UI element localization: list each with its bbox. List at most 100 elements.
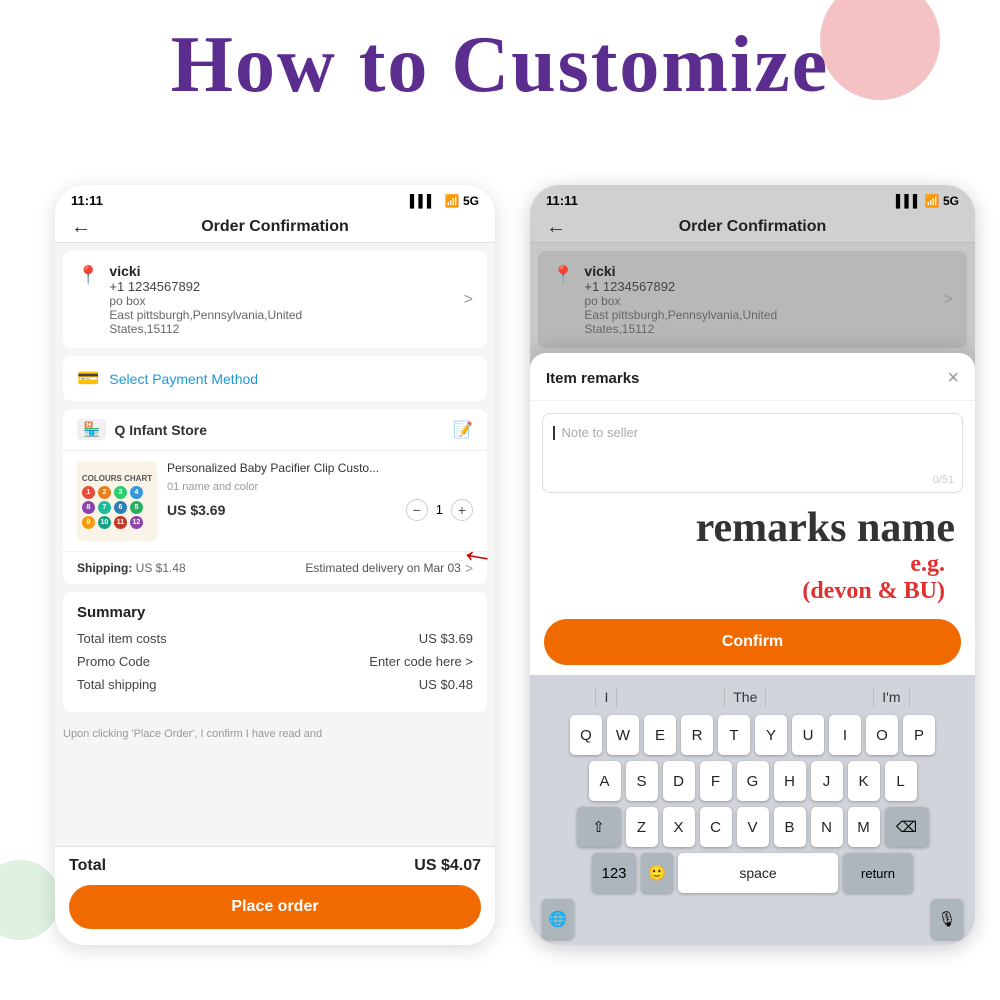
shipping-label-left: Shipping: [77,561,132,575]
suggestion-1[interactable]: The [724,687,766,707]
key-V[interactable]: V [737,807,769,847]
payment-text-left: Select Payment Method [109,371,258,387]
popup-input-area[interactable]: Note to seller 0/51 [542,413,963,493]
page-title: How to Customize [0,20,1000,111]
key-M[interactable]: M [848,807,880,847]
bg-decoration-green [0,860,60,940]
key-Y[interactable]: Y [755,715,787,755]
popup-placeholder: Note to seller [561,425,638,440]
key-J[interactable]: J [811,761,843,801]
product-price-left: US $3.69 [167,502,225,518]
payment-icon-left: 💳 [77,368,99,389]
suggestion-2[interactable]: I'm [873,687,909,707]
address-arrow-right: > [944,291,953,309]
confirm-button[interactable]: Confirm [544,619,961,665]
status-bar-left: 11:11 ▌▌▌ 📶 5G [55,185,495,212]
key-shift[interactable]: ⇧ [577,807,621,847]
address-card-left[interactable]: 📍 vicki +1 1234567892 po box East pittsb… [63,251,487,348]
key-space[interactable]: space [678,853,838,893]
summary-row-1[interactable]: Promo Code Enter code here > [77,654,473,669]
shipping-row-left: Shipping: US $1.48 Estimated delivery on… [63,551,487,584]
keyboard-row-3: ⇧ Z X C V B N M ⌫ [534,807,971,847]
key-U[interactable]: U [792,715,824,755]
key-I[interactable]: I [829,715,861,755]
key-W[interactable]: W [607,715,639,755]
qty-control-left[interactable]: − 1 + [406,499,473,521]
address-arrow-left: > [464,291,473,309]
key-O[interactable]: O [866,715,898,755]
address-name-right: vicki [584,263,933,279]
key-globe[interactable]: 🌐 [542,899,574,939]
status-bar-right: 11:11 ▌▌▌ 📶 5G [530,185,975,212]
address-details-right: vicki +1 1234567892 po box East pittsbur… [584,263,933,336]
remarks-eg-label: e.g.(devon & BU) [530,551,975,609]
key-B[interactable]: B [774,807,806,847]
address-line1-right: po box [584,294,933,308]
key-Q[interactable]: Q [570,715,602,755]
payment-card-left[interactable]: 💳 Select Payment Method [63,356,487,401]
key-123[interactable]: 123 [592,853,636,893]
promo-link[interactable]: Enter code here > [369,654,473,669]
summary-row-0: Total item costs US $3.69 [77,631,473,646]
summary-label-1: Promo Code [77,654,150,669]
arrow-indicator: ← [457,527,500,575]
key-emoji[interactable]: 🙂 [641,853,673,893]
key-Z[interactable]: Z [626,807,658,847]
keyboard-row-2: A S D F G H J K L [534,761,971,801]
keyboard-row-5: 🌐 🎙 [534,899,971,939]
key-H[interactable]: H [774,761,806,801]
key-return[interactable]: return [843,853,913,893]
address-phone-left: +1 1234567892 [109,279,453,294]
bottom-bar-left: Total US $4.07 Place order [55,846,495,945]
product-variant-left: 01 name and color [167,481,473,493]
key-C[interactable]: C [700,807,732,847]
text-cursor [553,426,555,440]
terms-text-left: Upon clicking 'Place Order', I confirm I… [55,720,495,744]
key-S[interactable]: S [626,761,658,801]
key-F[interactable]: F [700,761,732,801]
qty-plus-left[interactable]: + [451,499,473,521]
key-L[interactable]: L [885,761,917,801]
back-button-right[interactable]: ← [546,216,566,239]
nav-bar-left: ← Order Confirmation [55,212,495,243]
location-icon-left: 📍 [77,265,99,286]
phone-content-left: 📍 vicki +1 1234567892 po box East pittsb… [55,243,495,927]
key-P[interactable]: P [903,715,935,755]
key-R[interactable]: R [681,715,713,755]
summary-value-2: US $0.48 [419,677,473,692]
key-D[interactable]: D [663,761,695,801]
status-time-right: 11:11 [546,193,578,208]
address-details-left: vicki +1 1234567892 po box East pittsbur… [109,263,453,336]
keyboard-suggestions: I The I'm [534,683,971,715]
key-T[interactable]: T [718,715,750,755]
address-line2-left: East pittsburgh,Pennsylvania,United [109,308,453,322]
address-card-right: 📍 vicki +1 1234567892 po box East pittsb… [538,251,967,348]
key-backspace[interactable]: ⌫ [885,807,929,847]
popup-header: Item remarks × [530,353,975,401]
phone-left: 11:11 ▌▌▌ 📶 5G ← Order Confirmation 📍 vi… [55,185,495,945]
key-E[interactable]: E [644,715,676,755]
key-N[interactable]: N [811,807,843,847]
total-label-left: Total [69,857,106,875]
address-phone-right: +1 1234567892 [584,279,933,294]
keyboard: I The I'm Q W E R T Y U I O P A S D [530,675,975,945]
product-image-left: COLOURS CHART 1 2 3 4 8 7 6 5 9 10 [77,461,157,541]
key-mic[interactable]: 🎙 [931,899,963,939]
nav-title-left: Order Confirmation [201,218,349,236]
key-G[interactable]: G [737,761,769,801]
suggestion-0[interactable]: I [595,687,617,707]
popup-title: Item remarks [546,370,639,387]
keyboard-row-1: Q W E R T Y U I O P [534,715,971,755]
place-order-button[interactable]: Place order [69,885,481,929]
key-X[interactable]: X [663,807,695,847]
store-note-icon-left[interactable]: 📝 [453,420,473,440]
summary-card-left: Summary Total item costs US $3.69 Promo … [63,592,487,712]
key-A[interactable]: A [589,761,621,801]
key-K[interactable]: K [848,761,880,801]
item-remarks-popup: Item remarks × Note to seller 0/51 remar… [530,353,975,945]
product-details-left: Personalized Baby Pacifier Clip Custo...… [167,461,473,541]
back-button-left[interactable]: ← [71,216,91,239]
qty-minus-left[interactable]: − [406,499,428,521]
popup-close-button[interactable]: × [947,367,959,390]
product-row-left: COLOURS CHART 1 2 3 4 8 7 6 5 9 10 [63,451,487,551]
